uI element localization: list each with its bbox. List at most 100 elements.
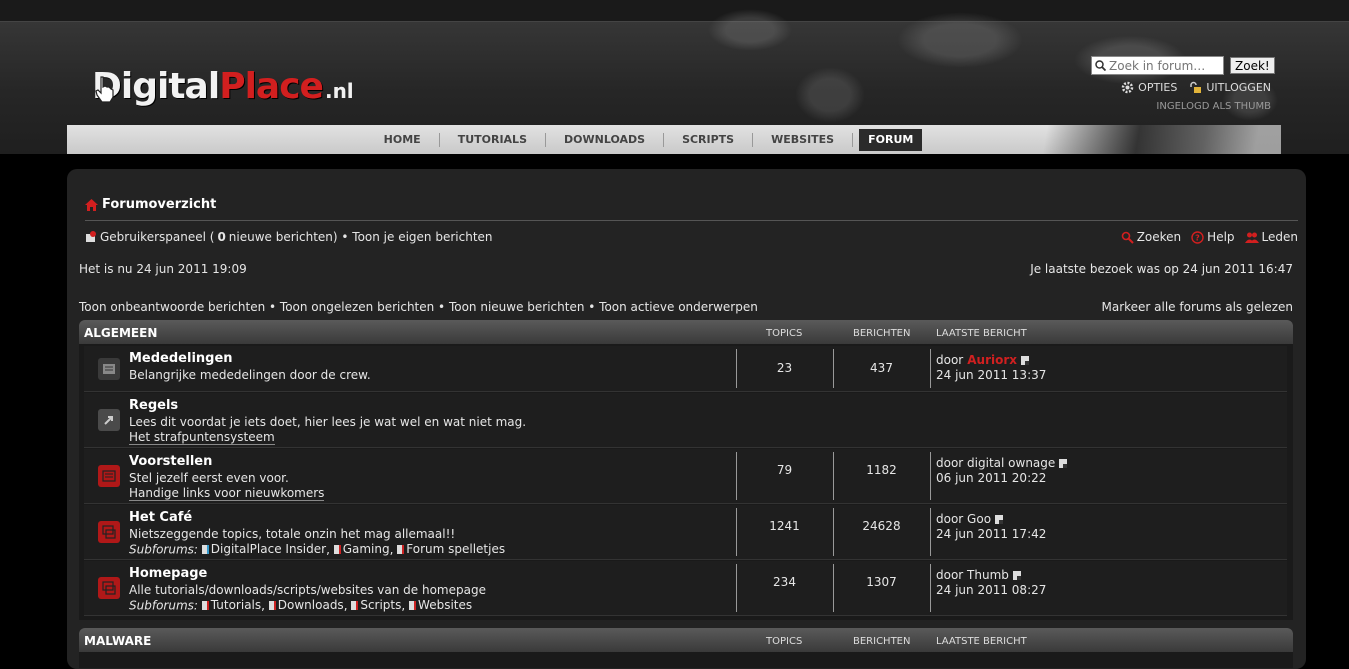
members-link-label: Leden — [1261, 230, 1298, 244]
forum-row-regels: Regels Lees dit voordat je iets doet, hi… — [84, 393, 1287, 448]
goto-post-icon[interactable] — [1021, 356, 1029, 365]
forum-container: Forumoverzicht Gebruikerspaneel (0 nieuw… — [67, 169, 1306, 669]
goto-post-icon[interactable] — [1012, 571, 1021, 580]
search-link-label: Zoeken — [1136, 230, 1182, 244]
category-title[interactable]: MALWARE — [84, 634, 151, 648]
own-posts-link[interactable]: nieuwe berichten) • Toon je eigen berich… — [229, 230, 493, 244]
main-nav: HOME TUTORIALS DOWNLOADS SCRIPTS WEBSITE… — [67, 125, 1281, 154]
post-count: 24628 — [862, 519, 901, 533]
members-icon — [1244, 232, 1259, 243]
subforum-link[interactable]: Tutorials — [201, 598, 262, 612]
forum-link-icon — [98, 409, 120, 431]
subforum-label: DigitalPlace Insider — [210, 542, 327, 556]
user-menu: OPTIES UITLOGGEN — [1121, 81, 1271, 94]
current-time: Het is nu 24 jun 2011 19:09 — [79, 262, 247, 276]
last-post-date: 24 jun 2011 13:37 — [936, 368, 1047, 382]
logged-in-status: INGELOGD ALS THUMB — [1156, 101, 1271, 112]
subforum-link[interactable]: Forum spelletjes — [397, 542, 505, 556]
forum-title[interactable]: Voorstellen — [129, 454, 212, 469]
quick-links: Zoeken ? Help Leden — [1121, 230, 1298, 244]
forum-unread-icon — [98, 465, 120, 487]
hand-cursor-icon — [95, 76, 114, 103]
subforum-icon — [268, 600, 276, 610]
forum-read-icon — [98, 358, 120, 380]
forum-title[interactable]: Regels — [129, 398, 178, 413]
col-topics: TOPICS — [766, 636, 803, 647]
subforum-icon — [409, 600, 417, 610]
last-visit: Je laatste bezoek was op 24 jun 2011 16:… — [1030, 262, 1293, 276]
last-post-author[interactable]: door Thumb — [936, 568, 1009, 583]
ucp-group: Gebruikerspaneel (0 nieuwe berichten) • … — [85, 230, 493, 244]
topic-count: 1241 — [769, 519, 800, 533]
category-header: MALWARE TOPICS BERICHTEN LAATSTE BERICHT — [79, 628, 1293, 652]
category-header: ALGEMEEN TOPICS BERICHTEN LAATSTE BERICH… — [79, 320, 1293, 344]
goto-post-icon[interactable] — [995, 515, 1004, 524]
category-algemeen: ALGEMEEN TOPICS BERICHTEN LAATSTE BERICH… — [79, 320, 1293, 620]
members-link[interactable]: Leden — [1244, 230, 1298, 244]
user-panel-icon — [86, 231, 96, 242]
last-post-author[interactable]: Auriorx — [967, 353, 1017, 368]
last-post-date: 06 jun 2011 20:22 — [936, 471, 1047, 485]
search-link[interactable]: Zoeken — [1121, 230, 1181, 244]
search-links[interactable]: Toon onbeantwoorde berichten • Toon onge… — [79, 300, 758, 314]
ucp-link[interactable]: Gebruikerspaneel ( — [100, 230, 214, 244]
last-post: door Auriorx 24 jun 2011 13:37 — [936, 353, 1046, 383]
subforum-icon — [333, 544, 341, 554]
topic-count: 234 — [773, 575, 796, 589]
help-link[interactable]: ? Help — [1191, 230, 1235, 244]
forum-title[interactable]: Mededelingen — [129, 351, 233, 366]
last-post-author[interactable]: door Goo — [936, 512, 991, 527]
search-icon — [1095, 60, 1106, 71]
goto-post-icon[interactable] — [1059, 459, 1068, 468]
post-count: 437 — [870, 361, 893, 375]
nav-forum[interactable]: FORUM — [859, 128, 923, 151]
subforums-label: Subforums: — [129, 542, 198, 557]
search-links-row: Toon onbeantwoorde berichten • Toon onge… — [79, 300, 1293, 314]
subforum-link[interactable]: DigitalPlace Insider — [201, 542, 327, 556]
search-input[interactable] — [1109, 58, 1217, 73]
forum-title[interactable]: Het Café — [129, 510, 192, 525]
subforum-label: Forum spelletjes — [406, 542, 506, 556]
gear-icon — [1121, 81, 1134, 94]
search-button[interactable]: Zoek! — [1230, 57, 1275, 74]
new-messages-count: 0 — [217, 230, 226, 244]
nav-websites[interactable]: WEBSITES — [753, 132, 854, 147]
subforum-label: Downloads — [277, 598, 344, 612]
breadcrumb-forum-index[interactable]: Forumoverzicht — [102, 197, 216, 212]
mark-all-read-link[interactable]: Markeer alle forums als gelezen — [1101, 300, 1293, 314]
nav-scripts[interactable]: SCRIPTS — [664, 132, 754, 147]
topic-count: 79 — [776, 463, 793, 477]
forum-row-het-cafe: Het Café Nietszeggende topics, totale on… — [84, 505, 1287, 560]
last-post: door Goo 24 jun 2011 17:42 — [936, 512, 1046, 542]
last-post-by-prefix: door — [936, 353, 964, 367]
last-post-date: 24 jun 2011 17:42 — [936, 527, 1047, 541]
subforum-link[interactable]: Scripts — [351, 598, 401, 612]
subforum-link[interactable]: Websites — [409, 598, 472, 612]
subforums: Subforums: DigitalPlace Insider, Gaming,… — [129, 542, 506, 557]
nav-tutorials[interactable]: TUTORIALS — [440, 132, 546, 147]
site-logo[interactable]: Digital Place .nl — [92, 47, 354, 107]
help-icon: ? — [1191, 230, 1204, 244]
col-posts: BERICHTEN — [853, 328, 911, 339]
forum-extra-link[interactable]: Handige links voor nieuwkomers — [129, 486, 325, 501]
category-title[interactable]: ALGEMEEN — [84, 326, 157, 340]
last-post: door digital ownage 06 jun 2011 20:22 — [936, 456, 1068, 486]
divider — [930, 349, 931, 388]
forum-description: Nietszeggende topics, totale onzin het m… — [129, 527, 456, 541]
forum-title[interactable]: Homepage — [129, 566, 207, 581]
forum-extra-link[interactable]: Het strafpuntensysteem — [129, 430, 275, 445]
search-box — [1091, 56, 1224, 75]
nav-downloads[interactable]: DOWNLOADS — [546, 132, 665, 147]
nav-home[interactable]: HOME — [366, 132, 440, 147]
time-row: Het is nu 24 jun 2011 19:09 Je laatste b… — [79, 262, 1293, 276]
divider — [930, 564, 931, 612]
home-icon — [85, 198, 98, 211]
options-link[interactable]: OPTIES — [1121, 81, 1177, 94]
subforum-label: Tutorials — [210, 598, 262, 612]
logout-link[interactable]: UITLOGGEN — [1189, 81, 1271, 94]
subforum-link[interactable]: Downloads — [268, 598, 344, 612]
subforum-link[interactable]: Gaming — [333, 542, 390, 556]
forum-description: Belangrijke mededelingen door de crew. — [129, 368, 371, 382]
last-post-author[interactable]: door digital ownage — [936, 456, 1055, 471]
col-posts: BERICHTEN — [853, 636, 911, 647]
